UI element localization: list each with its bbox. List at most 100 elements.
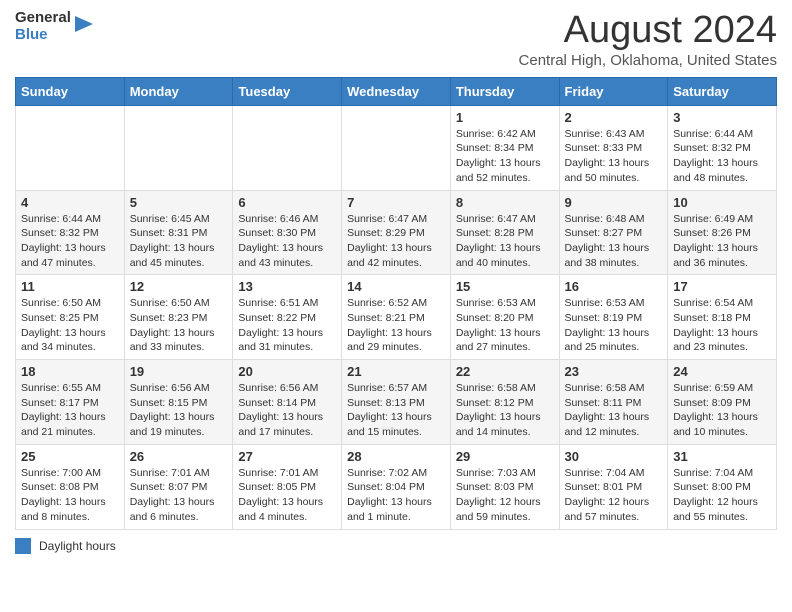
calendar-cell: 25 Sunrise: 7:00 AM Sunset: 8:08 PM Dayli…	[16, 444, 125, 529]
day-info: Sunrise: 6:58 AM Sunset: 8:11 PM Dayligh…	[565, 381, 663, 440]
calendar-cell: 31 Sunrise: 7:04 AM Sunset: 8:00 PM Dayli…	[668, 444, 777, 529]
logo-triangle-icon	[75, 16, 93, 38]
calendar-cell: 23 Sunrise: 6:58 AM Sunset: 8:11 PM Dayli…	[559, 360, 668, 445]
calendar-cell: 8Sunrise: 6:47 AM Sunset: 8:28 PM Daylig…	[450, 190, 559, 275]
calendar-cell: 1 Sunrise: 6:42 AM Sunset: 8:34 PM Daylig…	[450, 105, 559, 190]
title-area: August 2024 Central High, Oklahoma, Unit…	[519, 10, 777, 69]
page-subtitle: Central High, Oklahoma, United States	[519, 52, 777, 69]
day-number: 16	[565, 279, 663, 294]
day-number: 29	[456, 449, 554, 464]
day-number: 23	[565, 364, 663, 379]
calendar-cell: 13 Sunrise: 6:51 AM Sunset: 8:22 PM Dayli…	[233, 275, 342, 360]
day-info: Sunrise: 6:47 AM Sunset: 8:29 PM Dayligh…	[347, 212, 445, 271]
day-info: Sunrise: 6:54 AM Sunset: 8:18 PM Dayligh…	[673, 296, 771, 355]
calendar-cell: 14Sunrise: 6:52 AM Sunset: 8:21 PM Dayli…	[342, 275, 451, 360]
calendar-cell: 21 Sunrise: 6:57 AM Sunset: 8:13 PM Dayli…	[342, 360, 451, 445]
calendar-week-row: 1 Sunrise: 6:42 AM Sunset: 8:34 PM Daylig…	[16, 105, 777, 190]
day-info: Sunrise: 6:57 AM Sunset: 8:13 PM Dayligh…	[347, 381, 445, 440]
day-info: Sunrise: 7:00 AM Sunset: 8:08 PM Dayligh…	[21, 466, 119, 525]
day-number: 1	[456, 110, 554, 125]
calendar-day-header: Sunday	[16, 77, 125, 105]
calendar-cell: 9 Sunrise: 6:48 AM Sunset: 8:27 PM Daylig…	[559, 190, 668, 275]
day-number: 3	[673, 110, 771, 125]
day-number: 21	[347, 364, 445, 379]
day-number: 31	[673, 449, 771, 464]
day-info: Sunrise: 6:58 AM Sunset: 8:12 PM Dayligh…	[456, 381, 554, 440]
calendar-cell	[342, 105, 451, 190]
calendar-cell	[124, 105, 233, 190]
day-info: Sunrise: 6:49 AM Sunset: 8:26 PM Dayligh…	[673, 212, 771, 271]
day-info: Sunrise: 7:01 AM Sunset: 8:05 PM Dayligh…	[238, 466, 336, 525]
calendar-cell: 15 Sunrise: 6:53 AM Sunset: 8:20 PM Dayli…	[450, 275, 559, 360]
calendar-week-row: 18Sunrise: 6:55 AM Sunset: 8:17 PM Dayli…	[16, 360, 777, 445]
day-number: 13	[238, 279, 336, 294]
day-info: Sunrise: 6:46 AM Sunset: 8:30 PM Dayligh…	[238, 212, 336, 271]
day-info: Sunrise: 6:52 AM Sunset: 8:21 PM Dayligh…	[347, 296, 445, 355]
legend-label: Daylight hours	[39, 539, 116, 553]
day-number: 20	[238, 364, 336, 379]
calendar-cell: 5Sunrise: 6:45 AM Sunset: 8:31 PM Daylig…	[124, 190, 233, 275]
day-info: Sunrise: 6:53 AM Sunset: 8:20 PM Dayligh…	[456, 296, 554, 355]
day-number: 9	[565, 195, 663, 210]
calendar-header-row: SundayMondayTuesdayWednesdayThursdayFrid…	[16, 77, 777, 105]
calendar-cell: 4Sunrise: 6:44 AM Sunset: 8:32 PM Daylig…	[16, 190, 125, 275]
calendar-cell: 2Sunrise: 6:43 AM Sunset: 8:33 PM Daylig…	[559, 105, 668, 190]
calendar-table: SundayMondayTuesdayWednesdayThursdayFrid…	[15, 77, 777, 530]
calendar-cell	[16, 105, 125, 190]
day-number: 24	[673, 364, 771, 379]
day-info: Sunrise: 6:56 AM Sunset: 8:14 PM Dayligh…	[238, 381, 336, 440]
day-info: Sunrise: 6:48 AM Sunset: 8:27 PM Dayligh…	[565, 212, 663, 271]
day-number: 17	[673, 279, 771, 294]
calendar-day-header: Monday	[124, 77, 233, 105]
calendar-cell: 16 Sunrise: 6:53 AM Sunset: 8:19 PM Dayli…	[559, 275, 668, 360]
calendar-day-header: Wednesday	[342, 77, 451, 105]
calendar-cell: 17 Sunrise: 6:54 AM Sunset: 8:18 PM Dayli…	[668, 275, 777, 360]
day-number: 12	[130, 279, 228, 294]
calendar-cell: 7 Sunrise: 6:47 AM Sunset: 8:29 PM Daylig…	[342, 190, 451, 275]
page-title: August 2024	[519, 10, 777, 52]
day-number: 5	[130, 195, 228, 210]
calendar-cell: 22 Sunrise: 6:58 AM Sunset: 8:12 PM Dayli…	[450, 360, 559, 445]
day-info: Sunrise: 6:55 AM Sunset: 8:17 PM Dayligh…	[21, 381, 119, 440]
day-info: Sunrise: 7:04 AM Sunset: 8:00 PM Dayligh…	[673, 466, 771, 525]
day-info: Sunrise: 6:43 AM Sunset: 8:33 PM Dayligh…	[565, 127, 663, 186]
day-info: Sunrise: 6:53 AM Sunset: 8:19 PM Dayligh…	[565, 296, 663, 355]
day-number: 11	[21, 279, 119, 294]
day-number: 6	[238, 195, 336, 210]
day-info: Sunrise: 7:01 AM Sunset: 8:07 PM Dayligh…	[130, 466, 228, 525]
day-number: 19	[130, 364, 228, 379]
calendar-cell: 30 Sunrise: 7:04 AM Sunset: 8:01 PM Dayli…	[559, 444, 668, 529]
day-info: Sunrise: 7:03 AM Sunset: 8:03 PM Dayligh…	[456, 466, 554, 525]
calendar-cell: 27Sunrise: 7:01 AM Sunset: 8:05 PM Dayli…	[233, 444, 342, 529]
calendar-cell: 18Sunrise: 6:55 AM Sunset: 8:17 PM Dayli…	[16, 360, 125, 445]
calendar-cell: 29 Sunrise: 7:03 AM Sunset: 8:03 PM Dayli…	[450, 444, 559, 529]
calendar-cell: 3Sunrise: 6:44 AM Sunset: 8:32 PM Daylig…	[668, 105, 777, 190]
day-info: Sunrise: 7:04 AM Sunset: 8:01 PM Dayligh…	[565, 466, 663, 525]
day-number: 22	[456, 364, 554, 379]
day-info: Sunrise: 6:42 AM Sunset: 8:34 PM Dayligh…	[456, 127, 554, 186]
day-number: 7	[347, 195, 445, 210]
day-info: Sunrise: 6:50 AM Sunset: 8:23 PM Dayligh…	[130, 296, 228, 355]
page-header: General Blue August 2024 Central High, O…	[15, 10, 777, 69]
calendar-week-row: 11 Sunrise: 6:50 AM Sunset: 8:25 PM Dayli…	[16, 275, 777, 360]
calendar-cell: 20 Sunrise: 6:56 AM Sunset: 8:14 PM Dayli…	[233, 360, 342, 445]
day-number: 30	[565, 449, 663, 464]
calendar-cell	[233, 105, 342, 190]
calendar-day-header: Tuesday	[233, 77, 342, 105]
day-number: 15	[456, 279, 554, 294]
day-info: Sunrise: 6:56 AM Sunset: 8:15 PM Dayligh…	[130, 381, 228, 440]
day-number: 4	[21, 195, 119, 210]
day-info: Sunrise: 7:02 AM Sunset: 8:04 PM Dayligh…	[347, 466, 445, 525]
calendar-day-header: Saturday	[668, 77, 777, 105]
calendar-cell: 12 Sunrise: 6:50 AM Sunset: 8:23 PM Dayli…	[124, 275, 233, 360]
calendar-cell: 26Sunrise: 7:01 AM Sunset: 8:07 PM Dayli…	[124, 444, 233, 529]
day-number: 25	[21, 449, 119, 464]
day-number: 28	[347, 449, 445, 464]
day-info: Sunrise: 6:59 AM Sunset: 8:09 PM Dayligh…	[673, 381, 771, 440]
day-number: 8	[456, 195, 554, 210]
day-info: Sunrise: 6:50 AM Sunset: 8:25 PM Dayligh…	[21, 296, 119, 355]
logo-text: General Blue	[15, 10, 71, 43]
day-info: Sunrise: 6:51 AM Sunset: 8:22 PM Dayligh…	[238, 296, 336, 355]
calendar-cell: 28 Sunrise: 7:02 AM Sunset: 8:04 PM Dayli…	[342, 444, 451, 529]
day-number: 10	[673, 195, 771, 210]
